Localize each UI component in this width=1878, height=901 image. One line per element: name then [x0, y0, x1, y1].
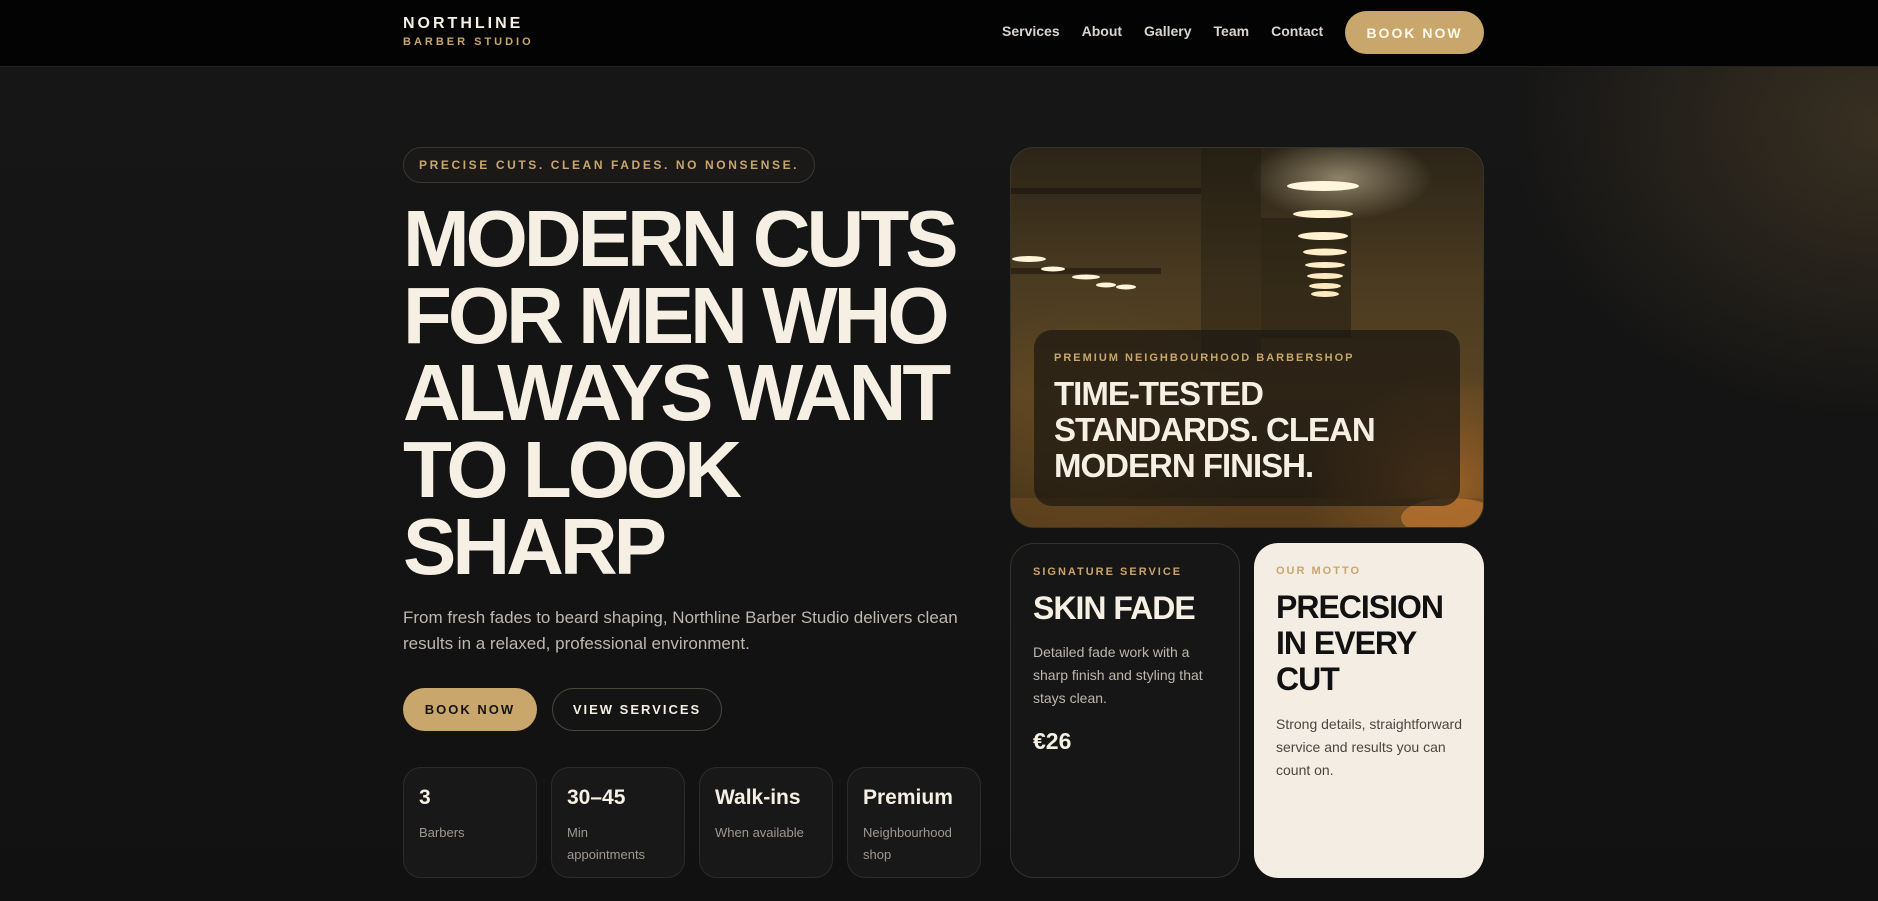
hero-description: From fresh fades to beard shaping, North…	[403, 608, 958, 653]
signature-service-title: SKIN FADE	[1033, 590, 1196, 626]
signature-service-kicker: SIGNATURE SERVICE	[1033, 566, 1183, 578]
nav-link-team[interactable]: Team	[1214, 23, 1250, 39]
stat-label: Neighbourhood shop	[863, 825, 952, 862]
nav-link-gallery[interactable]: Gallery	[1144, 23, 1191, 39]
motto-kicker: OUR MOTTO	[1276, 565, 1362, 577]
brand-name[interactable]: NORTHLINE	[403, 15, 523, 33]
nav-links: Services About Gallery Team Contact	[1002, 23, 1345, 39]
motto-title-line: CUT	[1276, 661, 1340, 697]
stat-card-appointments: 30–45 Min appointments	[551, 767, 685, 878]
stat-card-barbers: 3 Barbers	[403, 767, 537, 878]
stat-value: Premium	[863, 786, 953, 809]
brand-subtitle: BARBER STUDIO	[403, 36, 534, 48]
view-services-button[interactable]: VIEW SERVICES	[552, 688, 722, 731]
photo-caption-line: MODERN FINISH.	[1054, 447, 1314, 484]
signature-service-price: €26	[1033, 728, 1072, 754]
photo-caption-line: TIME-TESTED	[1054, 375, 1264, 412]
nav-link-about[interactable]: About	[1082, 23, 1122, 39]
stat-value: Walk-ins	[715, 786, 801, 809]
motto-title-line: IN EVERY	[1276, 625, 1417, 661]
hero-title-line: SHARP	[403, 502, 667, 591]
motto-description: Strong details, straightforward service …	[1276, 716, 1462, 778]
signature-service-description: Detailed fade work with a sharp finish a…	[1033, 644, 1203, 706]
signature-service-card: SIGNATURE SERVICE SKIN FADE Detailed fad…	[1010, 543, 1240, 878]
stat-value: 3	[419, 786, 431, 809]
photo-caption-title: TIME-TESTED STANDARDS. CLEAN MODERN FINI…	[1054, 376, 1440, 484]
motto-card: OUR MOTTO PRECISION IN EVERY CUT Strong …	[1254, 543, 1484, 878]
stat-label: Barbers	[419, 825, 465, 840]
motto-title: PRECISION IN EVERY CUT	[1276, 589, 1462, 697]
stat-label: Min appointments	[567, 825, 646, 862]
photo-caption-line: STANDARDS. CLEAN	[1054, 411, 1376, 448]
hero-book-now-button[interactable]: BOOK NOW	[403, 688, 537, 731]
stat-card-premium: Premium Neighbourhood shop	[847, 767, 981, 878]
nav-link-contact[interactable]: Contact	[1271, 23, 1323, 39]
stat-value: 30–45	[567, 786, 626, 809]
motto-title-line: PRECISION	[1276, 589, 1444, 625]
hero-title-line: TO LOOK	[403, 425, 742, 514]
hero-tagline-badge: PRECISE CUTS. CLEAN FADES. NO NONSENSE.	[403, 147, 816, 183]
stat-card-walk-ins: Walk-ins When available	[699, 767, 833, 878]
stat-label: When available	[715, 825, 804, 840]
hero-title-line: FOR MEN WHO	[403, 271, 950, 360]
barbershop-photo-card: PREMIUM NEIGHBOURHOOD BARBERSHOP TIME-TE…	[1010, 147, 1484, 528]
hero-title-line: ALWAYS WANT	[403, 348, 951, 437]
photo-caption-overlay: PREMIUM NEIGHBOURHOOD BARBERSHOP TIME-TE…	[1034, 330, 1460, 506]
nav-book-now-button[interactable]: BOOK NOW	[1345, 11, 1484, 54]
hero-title: MODERN CUTS FOR MEN WHO ALWAYS WANT TO L…	[403, 194, 983, 591]
nav-link-services[interactable]: Services	[1002, 23, 1060, 39]
hero-title-line: MODERN CUTS	[403, 194, 959, 283]
photo-caption-kicker: PREMIUM NEIGHBOURHOOD BARBERSHOP	[1054, 352, 1355, 364]
top-navbar: NORTHLINE BARBER STUDIO Services About G…	[0, 0, 1878, 67]
